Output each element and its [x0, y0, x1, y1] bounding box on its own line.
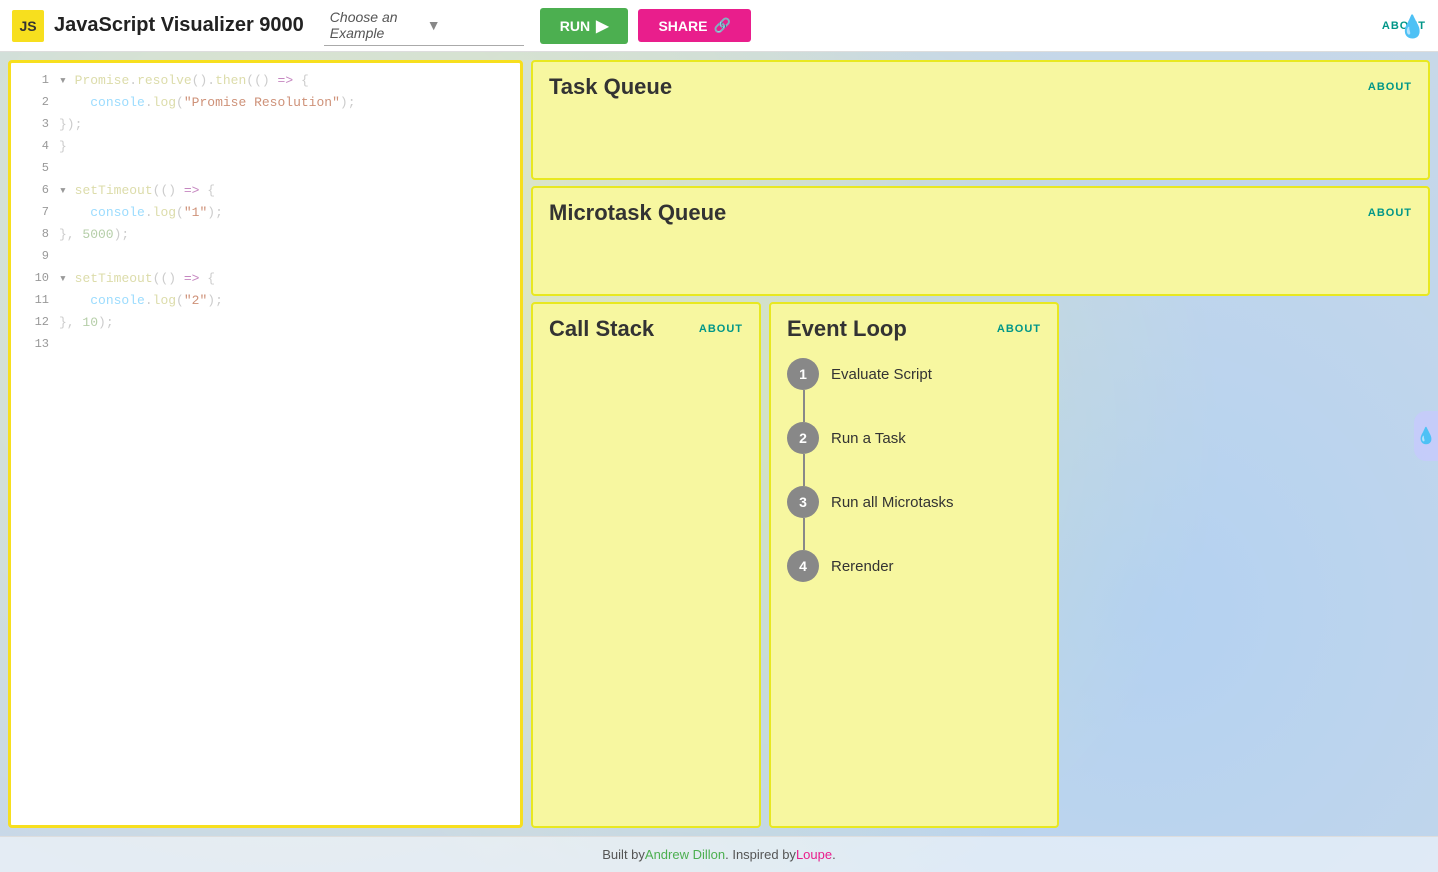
line-number: 13 — [19, 335, 49, 354]
line-code: ▾ setTimeout(() => { — [59, 269, 215, 290]
event-loop-header: Event Loop ABOUT — [787, 316, 1041, 342]
step-circle: 1 — [787, 358, 819, 390]
right-panel-wrapper: Task Queue ABOUT Microtask Queue ABOUT C… — [531, 52, 1438, 836]
code-editor[interactable]: 1▾ Promise.resolve().then(() => {2 conso… — [8, 60, 523, 828]
line-number: 10 — [19, 269, 49, 288]
code-content: 1▾ Promise.resolve().then(() => {2 conso… — [11, 63, 520, 365]
share-button[interactable]: SHARE 🔗 — [638, 9, 750, 42]
footer-loupe-link[interactable]: Loupe — [796, 847, 832, 862]
task-queue-about[interactable]: ABOUT — [1368, 81, 1412, 93]
call-stack-header: Call Stack ABOUT — [549, 316, 743, 342]
call-stack-about[interactable]: ABOUT — [699, 323, 743, 335]
line-code: }); — [59, 115, 82, 136]
line-number: 2 — [19, 93, 49, 112]
line-number: 11 — [19, 291, 49, 310]
line-number: 6 — [19, 181, 49, 200]
line-code: }, 5000); — [59, 225, 129, 246]
code-line: 7 console.log("1"); — [11, 203, 520, 225]
droplet-side-icon: 💧 — [1416, 426, 1436, 446]
event-loop-about[interactable]: ABOUT — [997, 323, 1041, 335]
code-line: 8 }, 5000); — [11, 225, 520, 247]
call-stack-title: Call Stack — [549, 316, 654, 342]
code-line: 4} — [11, 137, 520, 159]
share-label: SHARE — [658, 18, 707, 34]
step-label: Evaluate Script — [831, 366, 932, 383]
line-code: } — [59, 137, 67, 158]
event-loop-step: 1 Evaluate Script — [787, 358, 1041, 390]
link-icon: 🔗 — [713, 17, 730, 34]
footer-middle: . Inspired by — [725, 847, 796, 862]
line-number: 12 — [19, 313, 49, 332]
task-queue-header: Task Queue ABOUT — [549, 74, 1412, 100]
microtask-queue-title: Microtask Queue — [549, 200, 726, 226]
step-label: Run a Task — [831, 430, 906, 447]
line-number: 8 — [19, 225, 49, 244]
microtask-queue-about[interactable]: ABOUT — [1368, 207, 1412, 219]
code-line: 10 ▾ setTimeout(() => { — [11, 269, 520, 291]
step-circle: 2 — [787, 422, 819, 454]
js-badge: JS — [12, 10, 44, 42]
footer-author-link[interactable]: Andrew Dillon — [645, 847, 725, 862]
line-number: 3 — [19, 115, 49, 134]
code-line: 6 ▾ setTimeout(() => { — [11, 181, 520, 203]
call-stack-panel: Call Stack ABOUT — [531, 302, 761, 828]
footer-suffix: . — [832, 847, 836, 862]
side-blob: 💧 — [1414, 411, 1438, 461]
code-line: 13 — [11, 335, 520, 357]
step-connector — [803, 454, 805, 486]
code-line: 12 }, 10); — [11, 313, 520, 335]
task-queue-panel: Task Queue ABOUT — [531, 60, 1430, 180]
line-number: 9 — [19, 247, 49, 266]
microtask-queue-header: Microtask Queue ABOUT — [549, 200, 1412, 226]
event-loop-step: 4 Rerender — [787, 550, 1041, 582]
code-line: 1 ▾ Promise.resolve().then(() => { — [11, 71, 520, 93]
line-code: }, 10); — [59, 313, 114, 334]
event-loop-panel: Event Loop ABOUT 1 Evaluate Script 2 Run a … — [769, 302, 1059, 828]
line-number: 1 — [19, 71, 49, 90]
dropdown-placeholder: Choose an Example — [330, 9, 421, 41]
empty-space — [1067, 302, 1430, 828]
line-code: console.log("1"); — [59, 203, 223, 224]
code-line: 3}); — [11, 115, 520, 137]
line-code: console.log("Promise Resolution"); — [59, 93, 356, 114]
event-loop-step: 3 Run all Microtasks — [787, 486, 1041, 518]
line-number: 7 — [19, 203, 49, 222]
play-icon: ▶ — [596, 16, 608, 36]
footer: Built by Andrew Dillon . Inspired by Lou… — [0, 836, 1438, 872]
code-line: 5 — [11, 159, 520, 181]
bottom-panels: Call Stack ABOUT Event Loop ABOUT 1 Evalu… — [531, 302, 1430, 828]
line-number: 5 — [19, 159, 49, 178]
step-label: Rerender — [831, 558, 894, 575]
event-loop-steps: 1 Evaluate Script 2 Run a Task 3 Run all Micr… — [787, 358, 1041, 582]
run-button[interactable]: RUN ▶ — [540, 8, 629, 44]
line-code: ▾ setTimeout(() => { — [59, 181, 215, 202]
header: JS JavaScript Visualizer 9000 Choose an … — [0, 0, 1438, 52]
main-layout: 1▾ Promise.resolve().then(() => {2 conso… — [0, 52, 1438, 836]
event-loop-step: 2 Run a Task — [787, 422, 1041, 454]
footer-prefix: Built by — [602, 847, 645, 862]
event-loop-title: Event Loop — [787, 316, 907, 342]
run-label: RUN — [560, 18, 590, 34]
step-label: Run all Microtasks — [831, 494, 954, 511]
code-line: 2 console.log("Promise Resolution"); — [11, 93, 520, 115]
line-code: console.log("2"); — [59, 291, 223, 312]
chevron-down-icon: ▼ — [427, 17, 518, 33]
right-panel: Task Queue ABOUT Microtask Queue ABOUT C… — [531, 52, 1438, 836]
microtask-queue-panel: Microtask Queue ABOUT — [531, 186, 1430, 296]
code-line: 9 — [11, 247, 520, 269]
step-circle: 3 — [787, 486, 819, 518]
droplet-icon: 💧 — [1399, 14, 1426, 40]
app-title: JavaScript Visualizer 9000 — [54, 14, 304, 37]
example-dropdown[interactable]: Choose an Example ▼ — [324, 5, 524, 46]
code-line: 11 console.log("2"); — [11, 291, 520, 313]
step-connector — [803, 390, 805, 422]
task-queue-title: Task Queue — [549, 74, 672, 100]
line-code: ▾ Promise.resolve().then(() => { — [59, 71, 309, 92]
line-number: 4 — [19, 137, 49, 156]
step-circle: 4 — [787, 550, 819, 582]
step-connector — [803, 518, 805, 550]
